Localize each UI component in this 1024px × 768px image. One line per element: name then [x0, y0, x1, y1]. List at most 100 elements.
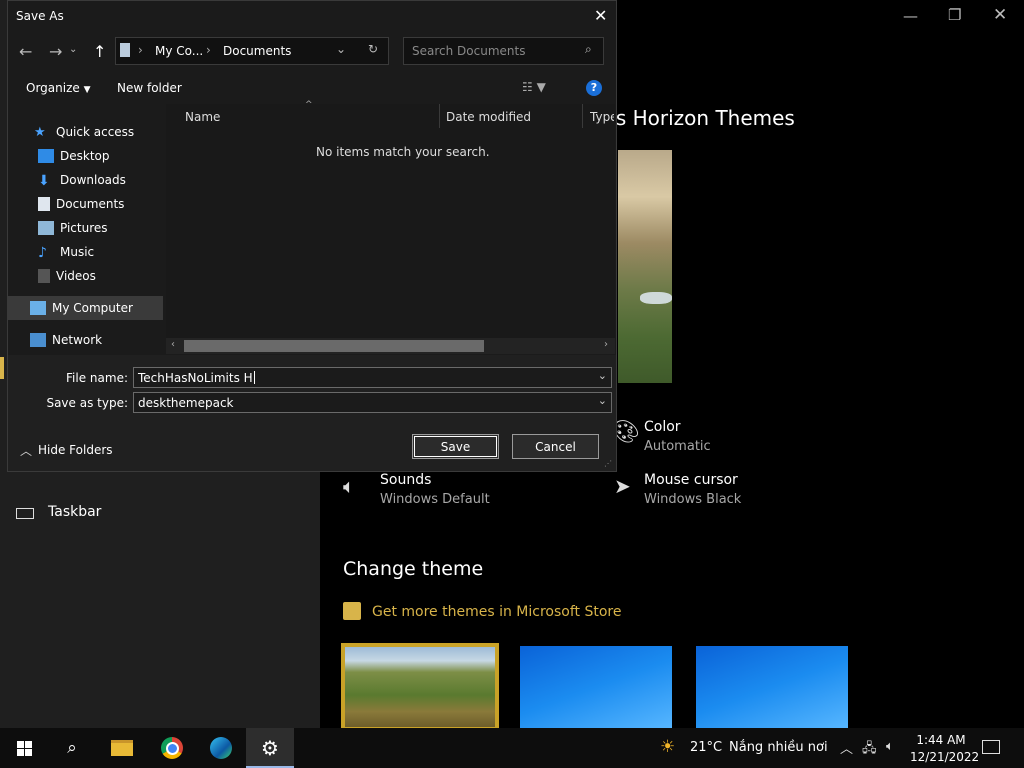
- dialog-close-icon[interactable]: ✕: [594, 6, 607, 25]
- star-icon: ★: [34, 125, 46, 140]
- search-icon[interactable]: ⌕: [585, 42, 592, 57]
- nav-network[interactable]: Network: [8, 328, 187, 352]
- file-name-label: File name:: [66, 371, 128, 385]
- settings-gear-icon[interactable]: ⚙: [246, 728, 294, 768]
- organize-button[interactable]: Organize ▼: [26, 81, 91, 95]
- refresh-icon[interactable]: ↻: [368, 42, 378, 56]
- scroll-right-icon[interactable]: ›: [604, 339, 608, 350]
- nav-label: Desktop: [60, 149, 110, 163]
- nav-label: Music: [60, 245, 95, 259]
- save-type-select[interactable]: deskthemepack ⌄: [133, 392, 612, 413]
- chrome-icon[interactable]: [148, 728, 196, 768]
- color-label[interactable]: Color: [644, 419, 681, 435]
- volume-icon[interactable]: 🔈︎: [886, 739, 894, 754]
- forward-icon[interactable]: →: [49, 42, 62, 61]
- windows-logo-icon: [16, 740, 32, 756]
- column-type[interactable]: Type: [590, 110, 614, 124]
- empty-message: No items match your search.: [316, 145, 490, 159]
- clock[interactable]: 1:44 AM 12/21/2022: [910, 732, 980, 766]
- cursor-icon: ➤: [614, 474, 631, 498]
- nav-label: My Computer: [52, 301, 133, 315]
- weather-icon[interactable]: ☀: [660, 737, 675, 757]
- taskbar-nav-item[interactable]: Taskbar: [48, 504, 101, 520]
- sounds-label[interactable]: Sounds: [380, 472, 431, 488]
- sounds-value: Windows Default: [380, 492, 490, 507]
- nav-label: Pictures: [60, 221, 108, 235]
- address-bar[interactable]: › My Co... › Documents ⌄ ↻: [115, 37, 389, 65]
- file-list[interactable]: [166, 104, 615, 354]
- start-button[interactable]: [0, 728, 48, 768]
- column-date-modified[interactable]: Date modified: [446, 110, 531, 124]
- view-options-icon[interactable]: ☷ ▼: [522, 80, 546, 94]
- hide-folders-button[interactable]: Hide Folders: [38, 443, 113, 457]
- theme-thumbnail-windows[interactable]: [520, 646, 672, 728]
- minimize-icon[interactable]: —: [903, 7, 918, 25]
- nav-label: Quick access: [56, 125, 135, 139]
- nav-label: Documents: [56, 197, 125, 211]
- breadcrumb-computer[interactable]: My Co...: [155, 44, 203, 58]
- tray-chevron-icon[interactable]: ︿: [840, 738, 853, 757]
- chevron-down-icon[interactable]: ⌄: [598, 394, 607, 407]
- save-type-value: deskthemepack: [138, 395, 234, 410]
- nav-label: Videos: [56, 269, 96, 283]
- help-icon[interactable]: ?: [586, 80, 602, 96]
- breadcrumb-documents[interactable]: Documents: [223, 44, 291, 58]
- computer-icon: [30, 301, 46, 315]
- mouse-cursor-value: Windows Black: [644, 492, 742, 507]
- column-divider[interactable]: [439, 104, 440, 128]
- file-explorer-icon[interactable]: [98, 728, 146, 768]
- column-name[interactable]: Name: [185, 110, 220, 124]
- speaker-icon: 🔈︎: [343, 474, 355, 498]
- new-folder-button[interactable]: New folder: [117, 81, 182, 95]
- clock-date: 12/21/2022: [910, 750, 980, 764]
- desktop-icon: [38, 149, 54, 163]
- column-divider[interactable]: [582, 104, 583, 128]
- pictures-icon: [38, 221, 54, 235]
- nav-label: Downloads: [60, 173, 126, 187]
- selection-indicator: [0, 357, 4, 379]
- cancel-button[interactable]: Cancel: [512, 434, 599, 459]
- resize-grip-icon[interactable]: ⋰: [604, 459, 612, 468]
- nav-my-computer[interactable]: My Computer: [8, 296, 163, 320]
- dialog-title: Save As: [16, 9, 64, 23]
- mouse-cursor-label[interactable]: Mouse cursor: [644, 472, 738, 488]
- weather-description[interactable]: Nắng nhiều nơi: [729, 740, 828, 755]
- recent-chevron-icon[interactable]: ⌄: [69, 44, 77, 55]
- color-value: Automatic: [644, 439, 711, 454]
- theme-thumbnail-mountain[interactable]: [341, 643, 499, 731]
- theme-heading: ts Horizon Themes: [608, 106, 795, 130]
- network-tray-icon[interactable]: 🖧︎: [862, 739, 877, 761]
- edge-icon[interactable]: [197, 728, 245, 768]
- theme-thumbnail-windows-2[interactable]: [696, 646, 848, 728]
- back-icon[interactable]: ←: [19, 42, 32, 61]
- document-icon: [38, 197, 50, 211]
- theme-preview-lake: [640, 292, 672, 304]
- scroll-left-icon[interactable]: ‹: [171, 339, 175, 350]
- sort-arrow-icon: ^: [305, 100, 313, 110]
- chevron-down-icon[interactable]: ⌄: [598, 369, 607, 382]
- store-link[interactable]: Get more themes in Microsoft Store: [372, 604, 621, 620]
- save-button[interactable]: Save: [412, 434, 499, 459]
- address-dropdown-icon[interactable]: ⌄: [336, 42, 346, 56]
- folder-doc-icon: [120, 43, 130, 57]
- video-icon: [38, 269, 50, 283]
- chevron-up-icon[interactable]: ︿: [20, 442, 32, 459]
- save-type-label: Save as type:: [46, 396, 128, 410]
- change-theme-heading: Change theme: [343, 558, 484, 580]
- network-icon: [30, 333, 46, 347]
- search-taskbar-icon[interactable]: ⌕: [48, 728, 96, 768]
- restore-icon[interactable]: ❐: [948, 6, 961, 24]
- navigation-pane: ★Quick access Desktop📌︎ ⬇Downloads📌︎ Doc…: [8, 104, 191, 354]
- search-placeholder: Search Documents: [412, 44, 526, 58]
- nav-quick-access[interactable]: ★ Quick access: [8, 120, 191, 144]
- search-box[interactable]: Search Documents ⌕: [403, 37, 604, 65]
- up-icon[interactable]: ↑: [93, 42, 106, 61]
- scrollbar-thumb[interactable]: [184, 340, 484, 352]
- weather-temperature[interactable]: 21°C: [690, 740, 722, 755]
- close-window-icon[interactable]: ✕: [993, 5, 1007, 25]
- store-icon: [343, 602, 361, 620]
- taskbar-settings-icon: [16, 508, 34, 519]
- file-name-input[interactable]: TechHasNoLimits H ⌄: [133, 367, 612, 388]
- notification-icon[interactable]: [982, 740, 1000, 754]
- file-name-value: TechHasNoLimits H: [138, 370, 253, 385]
